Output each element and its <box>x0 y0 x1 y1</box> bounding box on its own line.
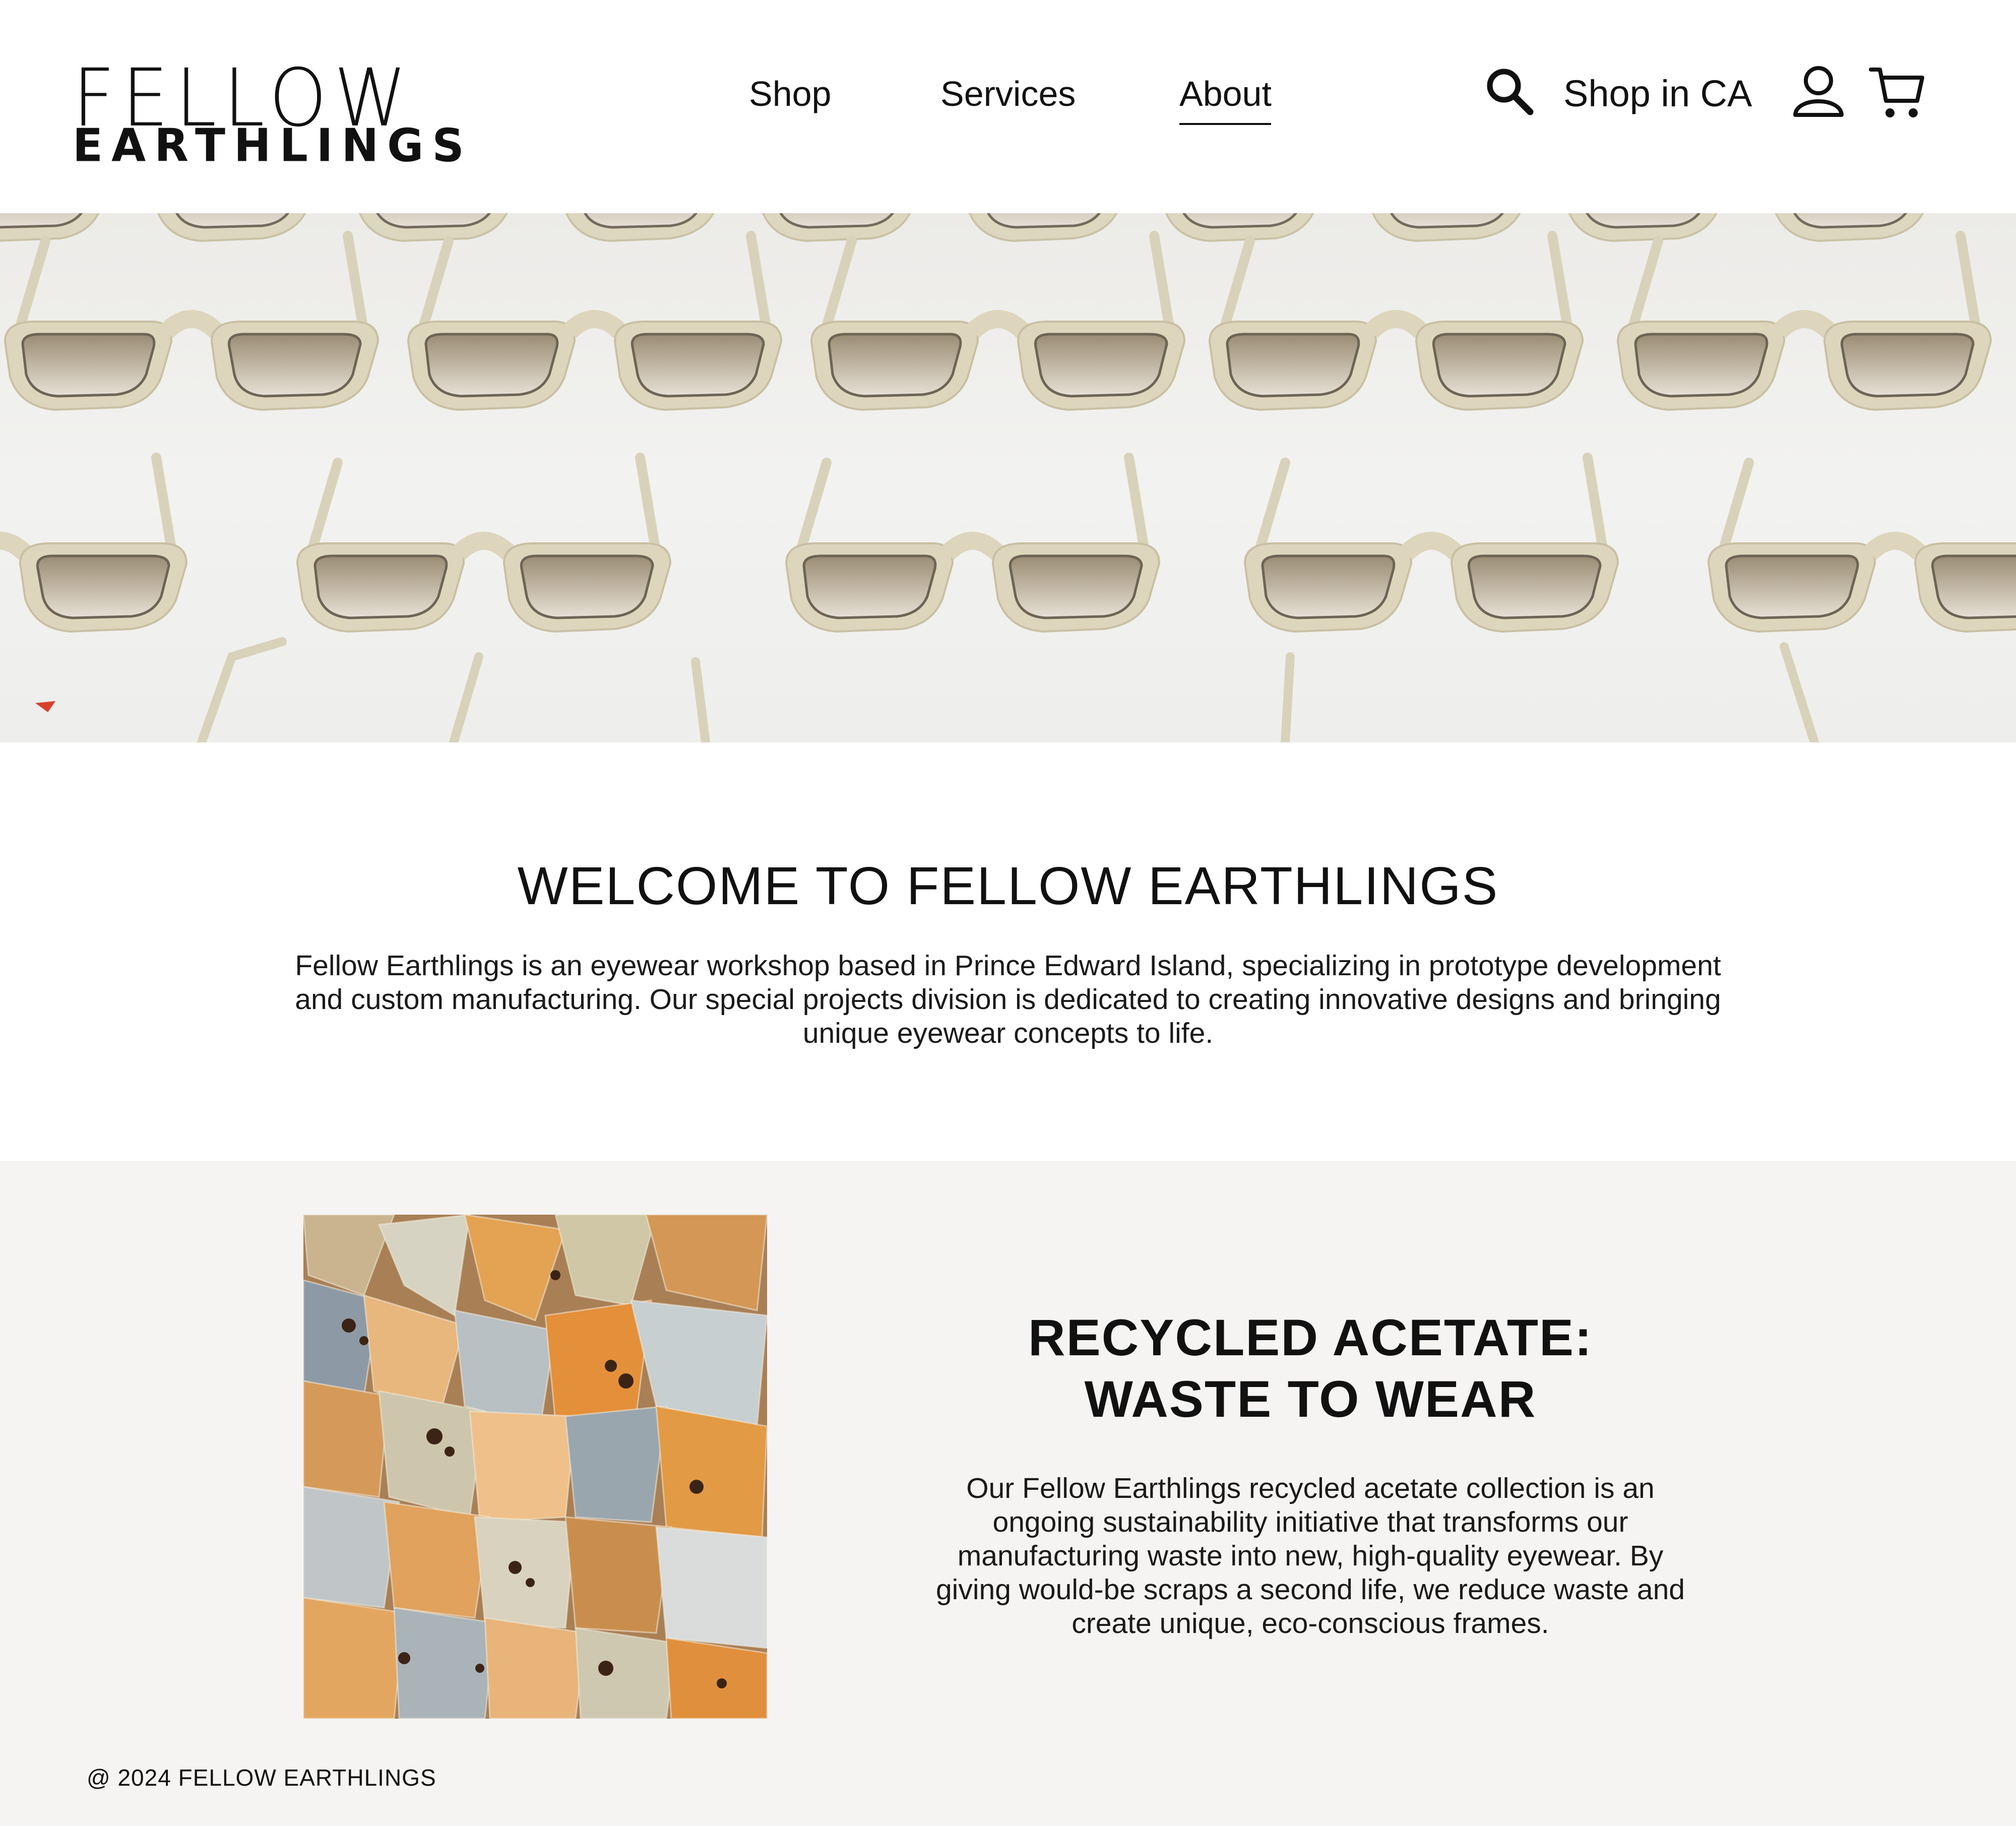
active-nav-indicator <box>1179 123 1271 125</box>
recycled-title-line-2: WASTE TO WEAR <box>1084 1370 1537 1428</box>
sunglasses-photo <box>0 213 2016 742</box>
welcome-description: Fellow Earthlings is an eyewear workshop… <box>295 950 1721 1049</box>
nav-item-services[interactable]: Services <box>940 69 1076 119</box>
footer-copyright: @ 2024 FELLOW EARTHLINGS <box>87 1765 436 1791</box>
acetate-scraps-image <box>303 1215 767 1719</box>
recycled-title-line-1: RECYCLED ACETATE: <box>1028 1309 1593 1366</box>
recycled-acetate-section: RECYCLED ACETATE: WASTE TO WEAR Our Fell… <box>0 1161 2016 1826</box>
brand-logo[interactable]: FELLOW EARTHLINGS <box>73 58 464 168</box>
hero-banner-image <box>0 213 2016 742</box>
welcome-title: WELCOME TO FELLOW EARTHLINGS <box>517 856 1499 916</box>
site-header: FELLOW EARTHLINGS Shop Services About Sh… <box>0 0 2016 213</box>
nav-item-shop[interactable]: Shop <box>749 69 831 119</box>
search-icon[interactable] <box>1484 66 1534 116</box>
recycled-acetate-description: Our Fellow Earthlings recycled acetate c… <box>935 1472 1685 1640</box>
account-icon[interactable] <box>1792 65 1845 119</box>
recycled-acetate-title: RECYCLED ACETATE: WASTE TO WEAR <box>907 1307 1714 1430</box>
nav-item-about[interactable]: About <box>1179 69 1272 119</box>
cart-icon[interactable] <box>1869 65 1925 121</box>
shop-region-selector[interactable]: Shop in CA <box>1563 69 1752 119</box>
welcome-section: WELCOME TO FELLOW EARTHLINGS Fellow Eart… <box>0 742 2016 1161</box>
logo-line-2: EARTHLINGS <box>73 118 473 172</box>
